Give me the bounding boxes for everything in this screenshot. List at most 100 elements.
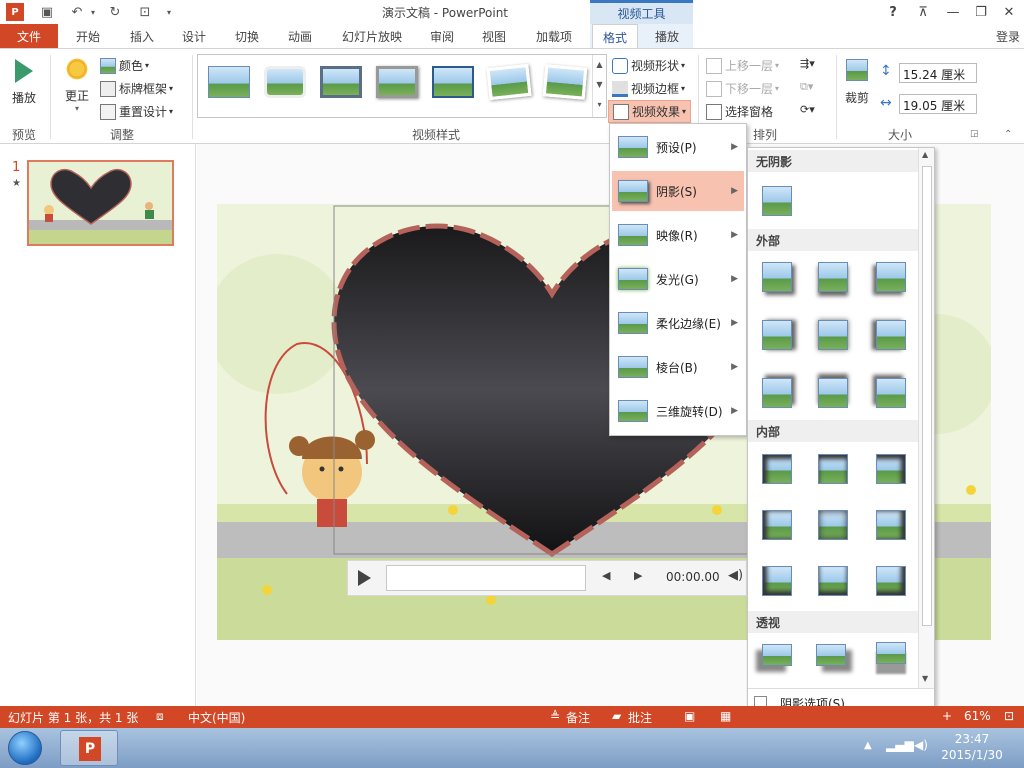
menu-item-shadow[interactable]: 阴影(S) ▶ — [612, 171, 744, 211]
shadow-option-outer[interactable] — [762, 378, 792, 408]
spelling-icon[interactable]: ⧈ — [156, 709, 164, 724]
tab-insert[interactable]: 插入 — [118, 24, 166, 48]
comments-button[interactable]: 批注 — [628, 709, 652, 726]
video-style-option[interactable] — [542, 64, 588, 100]
poster-frame-button[interactable]: 标牌框架 ▾ — [100, 80, 173, 97]
redo-icon[interactable]: ↻ — [106, 3, 124, 21]
color-button[interactable]: 颜色 ▾ — [100, 57, 149, 74]
shadow-option-inner[interactable] — [818, 566, 848, 596]
shadow-option-perspective[interactable] — [816, 644, 846, 666]
menu-item-reflection[interactable]: 映像(R) ▶ — [612, 215, 744, 255]
comments-icon[interactable]: ▰ — [612, 709, 621, 723]
shadow-option-inner[interactable] — [876, 566, 906, 596]
shadow-option-outer[interactable] — [762, 320, 792, 350]
video-style-option[interactable] — [432, 66, 474, 98]
tab-view[interactable]: 视图 — [470, 24, 518, 48]
save-icon[interactable]: ▣ — [38, 3, 56, 21]
tab-playback[interactable]: 播放 — [644, 24, 690, 48]
minimize-icon[interactable]: — — [942, 3, 964, 21]
menu-item-soft-edges[interactable]: 柔化边缘(E) ▶ — [612, 303, 744, 343]
shadow-option-inner[interactable] — [762, 454, 792, 484]
group-objects-icon[interactable]: ⧉▾ — [800, 80, 813, 94]
ribbon-display-options-icon[interactable]: ⊼ — [912, 3, 934, 21]
slide-thumbnail[interactable] — [27, 160, 174, 246]
corrections-button[interactable]: 更正 ▾ — [58, 57, 96, 113]
fit-to-window-icon[interactable]: ⊡ — [1004, 709, 1014, 723]
media-play-icon[interactable] — [358, 570, 371, 586]
zoom-level[interactable]: 61% — [964, 709, 991, 723]
shadow-option-outer[interactable] — [762, 262, 792, 292]
shadow-option-inner[interactable] — [762, 510, 792, 540]
video-style-option[interactable] — [376, 66, 418, 98]
crop-button[interactable]: 裁剪 — [842, 59, 872, 106]
slide-sorter-icon[interactable]: ▦ — [720, 709, 731, 723]
start-from-beginning-icon[interactable]: ⊡ — [136, 3, 154, 21]
shadow-option-inner[interactable] — [876, 510, 906, 540]
tab-animations[interactable]: 动画 — [276, 24, 324, 48]
volume-icon[interactable]: ◀) — [728, 568, 743, 583]
rotate-icon[interactable]: ⟳▾ — [800, 103, 815, 116]
shadow-option-perspective[interactable] — [876, 642, 906, 664]
shadow-option-outer[interactable] — [876, 378, 906, 408]
step-forward-icon[interactable]: ▶ — [634, 569, 642, 582]
collapse-ribbon-icon[interactable]: ⌃ — [1004, 129, 1012, 140]
shadow-option-outer[interactable] — [876, 262, 906, 292]
gallery-down-icon[interactable]: ▼ — [593, 75, 606, 95]
step-back-icon[interactable]: ◀ — [602, 569, 610, 582]
video-style-option[interactable] — [208, 66, 250, 98]
tab-file[interactable]: 文件 — [0, 24, 58, 48]
tab-transitions[interactable]: 切换 — [223, 24, 271, 48]
menu-item-3d-rotation[interactable]: 三维旋转(D) ▶ — [612, 391, 744, 431]
size-dialog-launcher-icon[interactable]: ◲ — [970, 129, 979, 139]
shadow-option-inner[interactable] — [762, 566, 792, 596]
restore-icon[interactable]: ❐ — [970, 3, 992, 21]
undo-dropdown-icon[interactable]: ▾ — [84, 3, 102, 21]
taskbar-powerpoint-button[interactable]: P — [60, 730, 118, 766]
shadow-option-perspective[interactable] — [762, 644, 792, 666]
video-style-option[interactable] — [486, 63, 532, 101]
shadow-option-outer[interactable] — [818, 262, 848, 292]
menu-item-bevel[interactable]: 棱台(B) ▶ — [612, 347, 744, 387]
gallery-up-icon[interactable]: ▲ — [593, 55, 606, 75]
sign-in-link[interactable]: 登录 — [996, 28, 1020, 45]
bring-forward-button[interactable]: 上移一层 ▾ — [706, 57, 779, 74]
tab-review[interactable]: 审阅 — [418, 24, 466, 48]
menu-item-preset[interactable]: 预设(P) ▶ — [612, 127, 744, 167]
video-style-option[interactable] — [320, 66, 362, 98]
zoom-in-icon[interactable]: + — [942, 709, 952, 723]
scroll-thumb[interactable] — [922, 166, 932, 626]
gallery-scroll[interactable]: ▲ ▼ ▾ — [592, 55, 606, 117]
shadow-option-none[interactable] — [762, 186, 792, 216]
gallery-more-icon[interactable]: ▾ — [593, 95, 606, 115]
video-style-option[interactable] — [264, 66, 306, 98]
notes-icon[interactable]: ≜ — [550, 709, 560, 723]
send-backward-button[interactable]: 下移一层 ▾ — [706, 80, 779, 97]
shadow-option-inner[interactable] — [818, 454, 848, 484]
height-input[interactable]: 15.24 厘米 — [899, 63, 977, 83]
video-border-button[interactable]: 视频边框 ▾ — [612, 80, 685, 97]
notes-button[interactable]: 备注 — [566, 709, 590, 726]
normal-view-icon[interactable]: ▣ — [684, 709, 695, 723]
reset-design-button[interactable]: 重置设计 ▾ — [100, 103, 173, 120]
media-progress-track[interactable] — [386, 565, 586, 591]
clock-date[interactable]: 2015/1/30 — [936, 748, 1008, 762]
width-input[interactable]: 19.05 厘米 — [899, 94, 977, 114]
align-icon[interactable]: ⇶▾ — [800, 57, 815, 70]
video-shape-button[interactable]: 视频形状 ▾ — [612, 57, 685, 74]
powerpoint-app-icon[interactable]: P — [6, 3, 24, 21]
help-button[interactable]: ? — [882, 3, 904, 21]
show-hidden-icons[interactable]: ▲ — [864, 740, 872, 751]
selection-pane-button[interactable]: 选择窗格 — [706, 103, 773, 120]
scroll-up-icon[interactable]: ▲ — [922, 150, 928, 159]
language-indicator[interactable]: 中文(中国) — [188, 709, 245, 726]
shadow-option-outer[interactable] — [876, 320, 906, 350]
shadow-option-inner[interactable] — [818, 510, 848, 540]
volume-tray-icon[interactable]: ◀) — [914, 738, 928, 752]
scroll-down-icon[interactable]: ▼ — [922, 674, 928, 683]
shadow-option-outer[interactable] — [818, 320, 848, 350]
shadow-option-outer[interactable] — [818, 378, 848, 408]
menu-item-glow[interactable]: 发光(G) ▶ — [612, 259, 744, 299]
tab-format[interactable]: 格式 — [592, 24, 638, 49]
clock-time[interactable]: 23:47 — [940, 732, 1004, 746]
close-icon[interactable]: ✕ — [998, 3, 1020, 21]
